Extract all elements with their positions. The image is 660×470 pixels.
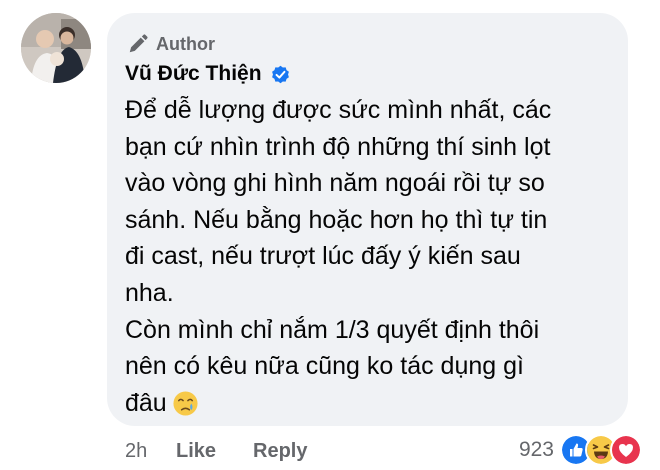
comment-line: nên có kêu nữa cũng ko tác dụng gì (125, 352, 524, 381)
comment-timestamp[interactable]: 2h (125, 440, 176, 463)
comment-actions: 2h Like Reply (125, 436, 307, 466)
comment-line: bạn cứ nhìn trình độ những thí sinh lọt (125, 132, 551, 161)
love-reaction-icon (610, 434, 642, 466)
author-badge: Author (127, 31, 215, 57)
comment-author: Vũ Đức Thiện (125, 62, 291, 86)
comment-line: vào vòng ghi hình năm ngoái rồi tự so (125, 169, 545, 198)
reply-button[interactable]: Reply (253, 440, 307, 463)
comment-line: sánh. Nếu bằng hoặc hơn họ thì tự tin (125, 205, 548, 234)
avatar[interactable] (21, 13, 91, 83)
like-button[interactable]: Like (176, 440, 253, 463)
pencil-icon (129, 34, 148, 53)
author-name[interactable]: Vũ Đức Thiện (125, 62, 262, 86)
verified-icon (271, 65, 289, 83)
comment-line: Để dễ lượng được sức mình nhất, các (125, 96, 552, 124)
comment-line-last: đâu (125, 385, 615, 422)
comment-line: nha. (125, 278, 174, 307)
author-badge-label: Author (156, 33, 215, 54)
comment-bubble: Author Vũ Đức Thiện Để dễ lượng được sức… (107, 13, 628, 426)
reactions-summary[interactable]: 923 (519, 434, 642, 466)
crying-face-emoji-icon (173, 391, 198, 416)
comment-line: đi cast, nếu trượt lúc đấy ý kiến sau (125, 242, 521, 271)
comment-line-text: đâu (125, 388, 167, 417)
comment-line: Còn mình chỉ nắm 1/3 quyết định thôi (125, 315, 540, 344)
avatar-photo (21, 13, 91, 83)
comment-text: Để dễ lượng được sức mình nhất, các bạn … (125, 92, 615, 421)
reaction-count: 923 (518, 438, 554, 461)
